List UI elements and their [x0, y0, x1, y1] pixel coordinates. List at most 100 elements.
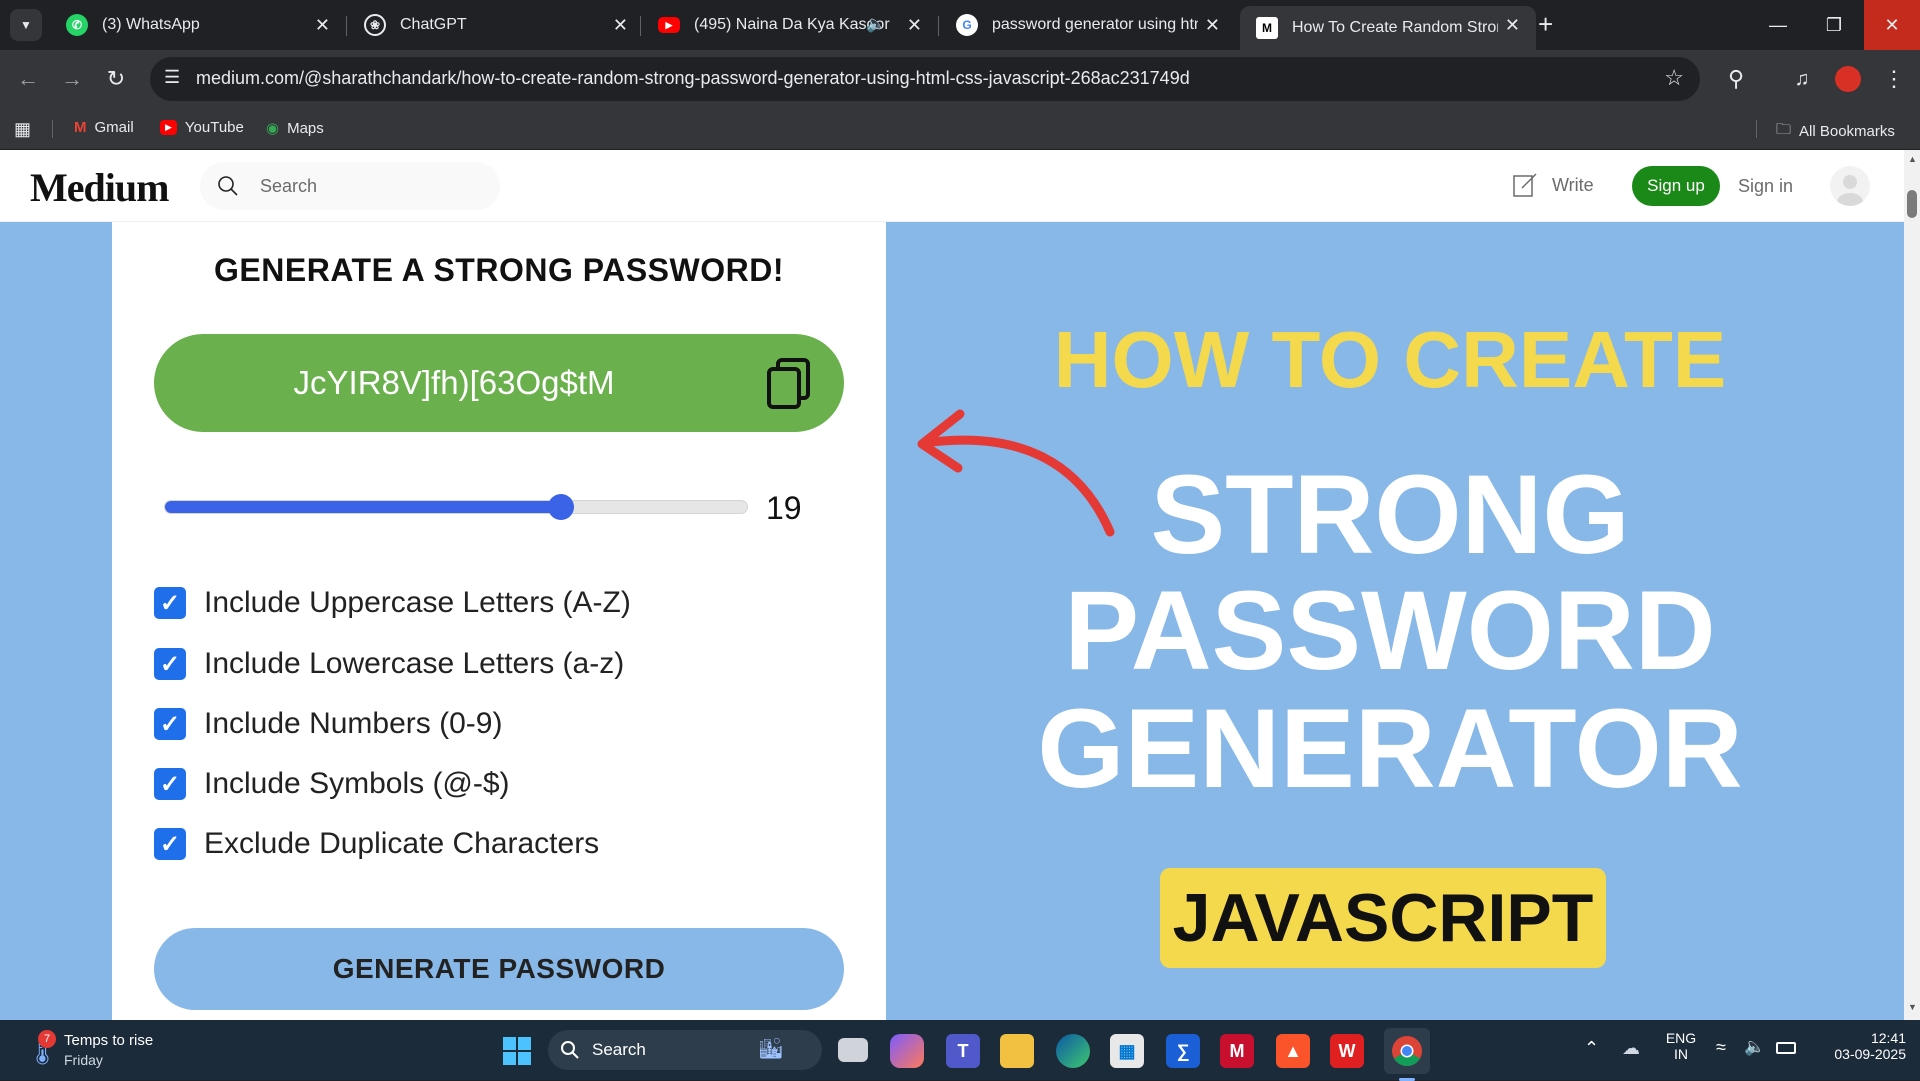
medium-header: Medium Search Write Sign up Sign in [0, 150, 1904, 222]
profile-avatar[interactable] [1832, 63, 1864, 95]
write-button[interactable]: Write [1512, 172, 1594, 198]
tab-chatgpt[interactable]: ❀ ChatGPT ✕ [348, 6, 644, 44]
tab-whatsapp[interactable]: ✆ (3) WhatsApp ✕ [50, 6, 346, 44]
restore-icon[interactable]: ❐ [1806, 0, 1862, 50]
google-icon: G [956, 14, 978, 36]
password-text: JcYIR8V]fh)[63Og$tM [293, 364, 615, 401]
file-explorer-icon[interactable] [1000, 1034, 1034, 1068]
tab-youtube[interactable]: ▶ (495) Naina Da Kya Kasoor 🔈 ✕ [642, 6, 938, 44]
tab-title: (3) WhatsApp [102, 16, 200, 33]
close-tab-icon[interactable]: ✕ [1505, 15, 1520, 36]
sign-up-button[interactable]: Sign up [1632, 166, 1720, 206]
show-hidden-icons[interactable]: ⌃ [1584, 1038, 1599, 1059]
edge-icon[interactable] [1056, 1034, 1090, 1068]
search-highlight-icon: 🏙 [758, 1038, 784, 1060]
option-numbers: ✓ Include Numbers (0-9) [154, 707, 502, 741]
volume-icon[interactable]: 🔈 [1744, 1037, 1765, 1057]
option-lowercase: ✓ Include Lowercase Letters (a-z) [154, 647, 624, 681]
clock-date: 03-09-2025 [1834, 1046, 1906, 1062]
close-tab-icon[interactable]: ✕ [1205, 15, 1220, 36]
menu-dots-icon[interactable]: ⋮ [1878, 63, 1910, 95]
tab-medium-active[interactable]: M How To Create Random Strong ✕ [1240, 6, 1536, 50]
wifi-icon[interactable]: ≈ [1716, 1037, 1726, 1058]
write-icon [1513, 173, 1537, 197]
close-tab-icon[interactable]: ✕ [315, 15, 330, 36]
avatar[interactable] [1830, 166, 1870, 206]
scroll-up-icon[interactable]: ▲ [1908, 154, 1917, 164]
media-controls-icon[interactable]: ♫ [1786, 63, 1818, 95]
microsoft-store-icon[interactable]: ▦ [1110, 1034, 1144, 1068]
checkbox-checked-icon: ✓ [154, 708, 186, 740]
javascript-badge: JAVASCRIPT [1160, 868, 1606, 968]
divider [1756, 120, 1757, 138]
scroll-down-icon[interactable]: ▼ [1908, 1002, 1917, 1012]
browser-toolbar: ← → ↻ ☰ medium.com/@sharathchandark/how-… [0, 50, 1920, 108]
battery-icon[interactable] [1776, 1042, 1796, 1054]
bookmark-label: Maps [287, 119, 324, 137]
checkbox-checked-icon: ✓ [154, 587, 186, 619]
all-bookmarks[interactable]: 🗀 All Bookmarks [1776, 119, 1895, 144]
copilot-icon[interactable] [890, 1034, 924, 1068]
slider-fill [165, 501, 561, 513]
generate-password-button: GENERATE PASSWORD [154, 928, 844, 1010]
bookmark-star-icon[interactable]: ☆ [1664, 65, 1684, 91]
chrome-taskbar-button[interactable] [1384, 1028, 1430, 1081]
language-code: ENG [1665, 1030, 1697, 1046]
mcafee-icon[interactable]: M [1220, 1034, 1254, 1068]
close-tab-icon[interactable]: ✕ [613, 15, 628, 36]
tab-title: How To Create Random Strong [1292, 19, 1498, 36]
card-title: GENERATE A STRONG PASSWORD! [214, 252, 784, 288]
page-scrollbar[interactable]: ▲ ▼ [1904, 150, 1920, 1020]
language-indicator[interactable]: ENG IN [1664, 1030, 1698, 1062]
tab-title: password generator using html [992, 16, 1198, 33]
app-icon[interactable]: ∑ [1166, 1034, 1200, 1068]
password-display: JcYIR8V]fh)[63Og$tM [154, 334, 844, 432]
search-placeholder: Search [260, 176, 318, 196]
region-code: IN [1674, 1046, 1688, 1062]
password-generator-card: GENERATE A STRONG PASSWORD! JcYIR8V]fh)[… [112, 222, 886, 1020]
weather-title: Temps to rise [64, 1032, 154, 1049]
user-avatar-icon [1837, 175, 1863, 206]
headline-strong: STRONG [1150, 452, 1630, 577]
back-icon[interactable]: ← [12, 63, 44, 95]
close-tab-icon[interactable]: ✕ [907, 15, 922, 36]
close-window-icon[interactable]: ✕ [1864, 0, 1920, 50]
bookmark-gmail[interactable]: M Gmail [74, 119, 134, 136]
bookmarks-bar: ▦ M Gmail ▶ YouTube ◉ Maps 🗀 All Bookmar… [0, 108, 1920, 150]
clock[interactable]: 12:41 03-09-2025 [1808, 1030, 1906, 1062]
youtube-icon: ▶ [160, 120, 177, 135]
wps-office-icon[interactable]: W [1330, 1034, 1364, 1068]
maps-icon: ◉ [266, 120, 280, 137]
reload-icon[interactable]: ↻ [100, 63, 132, 95]
copy-icon [767, 358, 810, 409]
new-tab-button[interactable]: + [1538, 10, 1553, 38]
tab-google[interactable]: G password generator using html ✕ [940, 6, 1236, 44]
teams-icon[interactable]: T [946, 1034, 980, 1068]
forward-icon[interactable]: → [56, 63, 88, 95]
bookmark-youtube[interactable]: ▶ YouTube [160, 119, 244, 136]
write-label: Write [1552, 174, 1594, 195]
checkbox-checked-icon: ✓ [154, 648, 186, 680]
search-input[interactable]: Search [200, 162, 500, 210]
scrollbar-thumb[interactable] [1907, 190, 1917, 218]
option-exclude-duplicates: ✓ Exclude Duplicate Characters [154, 827, 599, 861]
address-bar[interactable]: ☰ medium.com/@sharathchandark/how-to-cre… [150, 57, 1700, 101]
medium-logo[interactable]: Medium [30, 164, 169, 211]
windows-start-icon[interactable] [500, 1034, 534, 1068]
gmail-icon: M [74, 119, 87, 136]
weather-subtitle: Friday [64, 1052, 103, 1068]
taskbar-search[interactable]: Search 🏙 [548, 1030, 822, 1070]
bookmark-maps[interactable]: ◉ Maps [266, 119, 324, 138]
apps-grid-icon[interactable]: ▦ [14, 119, 31, 140]
brave-icon[interactable]: ▲ [1276, 1034, 1310, 1068]
url-text[interactable]: medium.com/@sharathchandark/how-to-creat… [196, 68, 1190, 89]
audio-playing-icon[interactable]: 🔈 [866, 14, 886, 34]
medium-icon: M [1256, 17, 1278, 39]
minimize-icon[interactable]: — [1750, 0, 1806, 50]
onedrive-offline-icon[interactable]: ☁ [1622, 1038, 1640, 1059]
tab-search-button[interactable]: ▼ [10, 9, 42, 41]
site-info-icon[interactable]: ☰ [164, 67, 180, 88]
extensions-icon[interactable]: ⚲ [1720, 63, 1752, 95]
task-view-icon[interactable] [838, 1038, 868, 1062]
sign-in-link[interactable]: Sign in [1738, 176, 1793, 197]
